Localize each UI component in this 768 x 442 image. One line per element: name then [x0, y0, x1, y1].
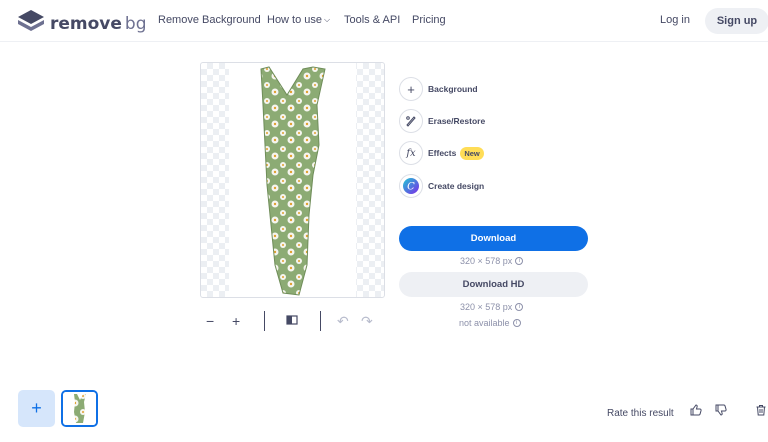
signup-button[interactable]: Sign up — [705, 8, 768, 34]
tool-erase-restore[interactable]: Erase/Restore — [399, 109, 485, 133]
compare-icon[interactable] — [286, 313, 298, 329]
tool-erase-restore-label: Erase/Restore — [428, 116, 486, 126]
svg-text:C: C — [407, 182, 415, 193]
logo[interactable]: remove bg — [18, 10, 147, 37]
image-preview — [200, 62, 385, 298]
info-icon[interactable]: i — [515, 303, 524, 311]
nav-pricing[interactable]: Pricing — [412, 14, 446, 26]
nav-tools-api[interactable]: Tools & API — [344, 14, 400, 26]
thumbnail-image — [63, 392, 96, 425]
rate-result-label: Rate this result — [607, 408, 674, 419]
dress-image — [260, 66, 326, 296]
fx-icon: fx — [399, 141, 423, 165]
image-thumbnail[interactable] — [61, 390, 98, 427]
brush-icon — [399, 109, 423, 133]
download-hd-button[interactable]: Download HD — [399, 272, 588, 297]
plus-icon: + — [399, 77, 423, 101]
plus-icon: + — [31, 398, 42, 418]
tool-create-design-label: Create design — [428, 181, 485, 191]
logo-text: remove bg — [50, 13, 147, 34]
undo-icon[interactable]: ↶ — [337, 313, 349, 329]
thumbs-down-icon[interactable] — [715, 404, 727, 419]
info-icon[interactable]: i — [512, 319, 521, 327]
zoom-out-icon[interactable]: − — [206, 313, 214, 329]
chevron-down-icon: ⌵ — [324, 15, 331, 24]
top-header: remove bg Remove Background How to use ⌵ T… — [0, 0, 768, 42]
trash-icon[interactable] — [755, 404, 767, 419]
download-button[interactable]: Download — [399, 226, 588, 251]
download-hd-size: 320 × 578 px i — [460, 302, 524, 312]
download-size: 320 × 578 px i — [460, 256, 524, 266]
toolbar-divider — [264, 311, 265, 331]
download-hd-status: not available i — [459, 318, 521, 328]
add-image-button[interactable]: + — [18, 390, 55, 427]
tool-effects[interactable]: fx Effects New — [399, 141, 484, 165]
toolbar-divider — [320, 311, 321, 331]
tool-create-design[interactable]: C Create design — [399, 174, 484, 198]
canva-icon: C — [399, 174, 423, 198]
removebg-logo-icon — [18, 10, 44, 37]
tool-background[interactable]: + Background — [399, 77, 478, 101]
login-link[interactable]: Log in — [660, 14, 690, 26]
thumbs-up-icon[interactable] — [690, 404, 702, 419]
tool-effects-label: Effects — [428, 148, 457, 158]
nav-remove-background[interactable]: Remove Background — [158, 14, 261, 26]
nav-how-to-use[interactable]: How to use ⌵ — [267, 14, 330, 26]
tool-background-label: Background — [428, 84, 478, 94]
zoom-in-icon[interactable]: + — [232, 313, 240, 329]
new-badge: New — [460, 146, 484, 160]
info-icon[interactable]: i — [515, 257, 524, 265]
redo-icon[interactable]: ↷ — [361, 313, 373, 329]
